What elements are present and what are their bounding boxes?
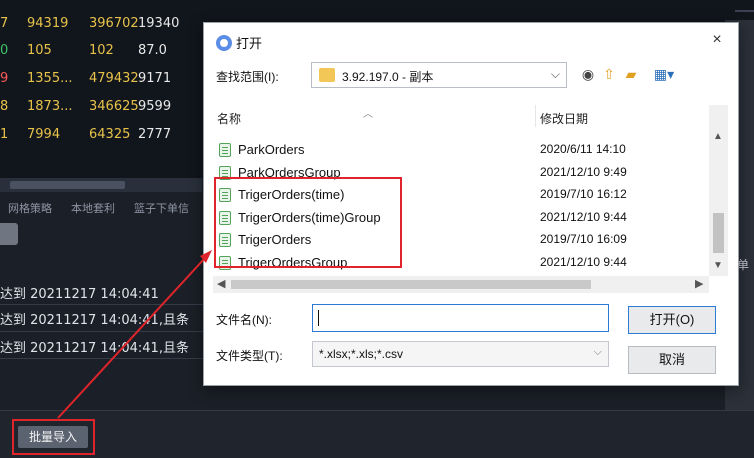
scrollbar-thumb[interactable]: [10, 181, 125, 189]
view-menu-icon[interactable]: ▦▾: [650, 65, 678, 83]
highlight-box: [214, 177, 402, 268]
spreadsheet-file-icon: [219, 143, 231, 157]
quote-cell: 1355...: [27, 71, 73, 86]
up-folder-icon[interactable]: ⇧: [600, 65, 618, 83]
column-separator[interactable]: [535, 105, 536, 127]
file-list-vscrollbar[interactable]: ▲ ▼: [709, 105, 728, 276]
file-modified-date: 2019/7/10 16:12: [540, 187, 627, 202]
quote-cell: 9171: [138, 71, 172, 86]
look-in-label: 查找范围(I):: [216, 70, 279, 84]
tab-grid-strategy[interactable]: 网格策略: [8, 200, 52, 216]
scroll-right-icon[interactable]: ▶: [695, 277, 703, 290]
column-header-name[interactable]: 名称: [217, 110, 241, 127]
bottom-toolbar: [0, 410, 754, 458]
quote-cell: 1873...: [27, 99, 73, 114]
quote-cell: 64325: [89, 127, 131, 142]
highlight-box: [12, 419, 95, 455]
chevron-down-icon: ⌵: [550, 67, 560, 81]
quote-table-scrollbar[interactable]: [0, 178, 202, 192]
file-modified-date: 2020/6/11 14:10: [540, 142, 626, 156]
quote-cell: 7994: [27, 127, 61, 142]
quote-cell: 2777: [138, 127, 172, 142]
scrollbar-thumb[interactable]: [231, 280, 591, 289]
column-header-date[interactable]: 修改日期: [540, 110, 588, 127]
folder-icon: [319, 68, 335, 82]
log-divider: [0, 331, 205, 332]
open-button[interactable]: 打开(O): [628, 306, 716, 334]
quote-cell: 9599: [138, 99, 172, 114]
file-row[interactable]: ParkOrders 2020/6/11 14:10: [213, 139, 713, 161]
dialog-title: 打开: [216, 33, 262, 53]
scroll-down-icon[interactable]: ▼: [713, 260, 723, 271]
log-message: 达到 20211217 14:04:41,且条: [0, 341, 189, 356]
quote-cell: 479432: [89, 71, 139, 86]
quote-cell: 0: [0, 43, 8, 58]
log-divider: [0, 304, 205, 305]
tab-basket-order[interactable]: 篮子下单信: [134, 200, 189, 216]
filetype-select[interactable]: *.xlsx;*.xls;*.csv ⌵: [312, 341, 609, 367]
quote-cell: 19340: [138, 16, 180, 31]
log-message: 达到 20211217 14:04:41,且条: [0, 313, 189, 328]
quote-cell: 346625: [89, 99, 139, 114]
tab-local-arbitrage[interactable]: 本地套利: [71, 200, 115, 216]
scrollbar-thumb[interactable]: [713, 213, 724, 253]
filename-field[interactable]: [313, 305, 608, 331]
new-folder-icon[interactable]: ▰: [622, 65, 640, 83]
file-modified-date: 2019/7/10 16:09: [540, 232, 627, 247]
look-in-dropdown[interactable]: 3.92.197.0 - 副本 ⌵: [311, 62, 567, 88]
file-modified-date: 2021/12/10 9:44: [540, 255, 627, 269]
quote-cell: 396702: [89, 16, 139, 31]
app-icon: [216, 35, 232, 51]
file-name: ParkOrders: [238, 142, 305, 157]
quote-cell: 7: [0, 16, 8, 31]
scroll-up-icon[interactable]: ▲: [713, 131, 723, 142]
quote-cell: 94319: [27, 16, 69, 31]
strategy-tabs: 网格策略 本地套利 篮子下单信: [0, 196, 202, 218]
cancel-button[interactable]: 取消: [628, 346, 716, 374]
file-modified-date: 2021/12/10 9:49: [540, 164, 627, 179]
log-message: 达到 20211217 14:04:41: [0, 287, 159, 302]
filename-input[interactable]: [312, 304, 609, 332]
filetype-label: 文件类型(T):: [216, 349, 283, 363]
top-divider: [735, 10, 754, 12]
quote-cell: 1: [0, 127, 8, 142]
quote-cell: 9: [0, 71, 8, 86]
filetype-value: *.xlsx;*.xls;*.csv: [319, 347, 404, 361]
panel-button[interactable]: [0, 223, 18, 245]
text-caret: [318, 310, 319, 326]
close-icon[interactable]: ×: [706, 29, 728, 51]
dialog-title-text: 打开: [236, 36, 263, 51]
sort-indicator-icon: ︿: [363, 109, 373, 120]
log-divider: [0, 358, 205, 359]
quote-cell: 105: [27, 43, 52, 58]
scroll-left-icon[interactable]: ◀: [217, 277, 225, 290]
look-in-value: 3.92.197.0 - 副本: [342, 70, 434, 84]
file-modified-date: 2021/12/10 9:44: [540, 209, 627, 224]
file-list-hscrollbar[interactable]: ◀ ▶: [213, 276, 709, 293]
filename-label: 文件名(N):: [216, 313, 272, 327]
quote-cell: 87.0: [138, 43, 167, 58]
quote-cell: 102: [89, 43, 114, 58]
quote-cell: 8: [0, 99, 8, 114]
back-icon[interactable]: ◉: [579, 65, 597, 83]
chevron-down-icon: ⌵: [593, 346, 602, 358]
